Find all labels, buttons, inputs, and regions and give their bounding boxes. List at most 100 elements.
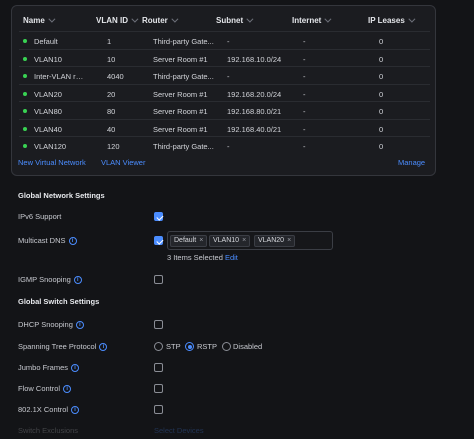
tag-vlan10: VLAN10 × bbox=[209, 235, 251, 247]
multicast-dns-checkbox[interactable] bbox=[154, 236, 163, 245]
vlan-id: 80 bbox=[107, 107, 116, 116]
jumbo-frames-label: Jumbo Frames i bbox=[18, 363, 80, 373]
internet: - bbox=[303, 124, 306, 134]
vlan-viewer-link[interactable]: VLAN Viewer bbox=[101, 158, 145, 167]
info-icon[interactable]: i bbox=[71, 406, 80, 415]
ip-leases: 0 bbox=[379, 89, 384, 99]
router: Server Room #1 bbox=[153, 124, 208, 134]
multicast-dns-label: Multicast DNS i bbox=[18, 236, 77, 246]
info-icon[interactable]: i bbox=[75, 321, 84, 330]
stp-label: STP bbox=[166, 342, 181, 351]
table-row[interactable]: VLAN40 40 Server Room #1 192.168.40.0/21… bbox=[19, 118, 430, 137]
col-ip-leases[interactable]: IP Leases bbox=[368, 15, 416, 25]
disabled-radio[interactable] bbox=[222, 342, 231, 351]
info-icon[interactable]: i bbox=[71, 364, 80, 373]
info-icon[interactable]: i bbox=[73, 276, 82, 285]
subnet: 192.168.80.0/21 bbox=[227, 107, 282, 116]
close-icon[interactable]: × bbox=[199, 237, 203, 244]
status-dot-icon bbox=[23, 39, 27, 43]
spanning-tree-label: Spanning Tree Protocol i bbox=[18, 342, 108, 352]
subnet: 192.168.40.0/21 bbox=[227, 124, 282, 134]
table-row[interactable]: VLAN20 20 Server Room #1 192.168.20.0/24… bbox=[19, 83, 430, 102]
manage-link[interactable]: Manage bbox=[398, 158, 425, 167]
status-dot-icon bbox=[23, 144, 27, 148]
ip-leases: 0 bbox=[379, 142, 384, 151]
info-icon[interactable]: i bbox=[68, 237, 77, 246]
edit-link[interactable]: Edit bbox=[225, 253, 238, 262]
col-subnet[interactable]: Subnet bbox=[216, 15, 254, 25]
ipv6-support-checkbox[interactable] bbox=[154, 212, 163, 221]
items-selected-summary: 3 Items Selected Edit bbox=[167, 253, 238, 262]
global-network-settings-title: Global Network Settings bbox=[18, 191, 105, 200]
subnet: 192.168.10.0/24 bbox=[227, 54, 282, 64]
info-icon[interactable]: i bbox=[63, 385, 72, 394]
network-name: VLAN120 bbox=[34, 142, 67, 151]
ip-leases: 0 bbox=[379, 54, 384, 64]
subnet: - bbox=[227, 142, 230, 151]
close-icon[interactable]: × bbox=[287, 237, 291, 244]
new-virtual-network-link[interactable]: New Virtual Network bbox=[18, 158, 86, 167]
dot1x-control-label: 802.1X Control i bbox=[18, 405, 80, 415]
disabled-label: Disabled bbox=[233, 342, 263, 351]
ip-leases: 0 bbox=[379, 107, 384, 116]
router: Server Room #1 bbox=[153, 54, 208, 64]
vlan-id: 120 bbox=[107, 142, 120, 151]
table-row[interactable]: Inter-VLAN rou... 4040 Third-party Gate.… bbox=[19, 66, 430, 84]
internet: - bbox=[303, 107, 306, 116]
ip-leases: 0 bbox=[379, 124, 384, 134]
network-name: VLAN10 bbox=[34, 54, 62, 64]
chevron-down-icon bbox=[131, 15, 139, 23]
status-dot-icon bbox=[23, 109, 27, 113]
col-router[interactable]: Router bbox=[142, 15, 179, 25]
subnet: - bbox=[227, 37, 230, 46]
internet: - bbox=[303, 89, 306, 99]
status-dot-icon bbox=[23, 56, 27, 61]
col-vlan-id[interactable]: VLAN ID bbox=[96, 15, 139, 25]
chevron-down-icon bbox=[324, 15, 332, 23]
network-name: VLAN40 bbox=[34, 124, 62, 134]
table-header: Name VLAN ID Router Subnet Internet IP L… bbox=[12, 15, 435, 28]
rstp-label: RSTP bbox=[197, 342, 218, 351]
table-row[interactable]: VLAN80 80 Server Room #1 192.168.80.0/21… bbox=[19, 101, 430, 119]
close-icon[interactable]: × bbox=[242, 237, 246, 244]
chevron-down-icon bbox=[48, 15, 56, 23]
networks-table-panel: Name VLAN ID Router Subnet Internet IP L… bbox=[11, 5, 436, 176]
chevron-down-icon bbox=[171, 15, 179, 23]
dot1x-control-checkbox[interactable] bbox=[154, 405, 163, 414]
ip-leases: 0 bbox=[379, 37, 384, 46]
router: Third-party Gate... bbox=[153, 142, 214, 151]
vlan-id: 10 bbox=[107, 54, 116, 64]
table-row[interactable]: VLAN120 120 Third-party Gate... - - 0 bbox=[19, 136, 430, 154]
tag-default: Default × bbox=[170, 235, 208, 247]
internet: - bbox=[303, 54, 306, 64]
router: Server Room #1 bbox=[153, 107, 208, 116]
vlan-id: 40 bbox=[107, 124, 116, 134]
status-dot-icon bbox=[23, 74, 27, 78]
network-name: VLAN20 bbox=[34, 89, 62, 99]
info-icon[interactable]: i bbox=[99, 343, 108, 352]
col-internet[interactable]: Internet bbox=[292, 15, 332, 25]
chevron-down-icon bbox=[246, 15, 254, 23]
igmp-snooping-checkbox[interactable] bbox=[154, 275, 163, 284]
jumbo-frames-checkbox[interactable] bbox=[154, 363, 163, 372]
table-row[interactable]: VLAN10 10 Server Room #1 192.168.10.0/24… bbox=[19, 48, 430, 67]
internet: - bbox=[303, 72, 306, 81]
igmp-snooping-label: IGMP Snooping i bbox=[18, 275, 82, 285]
tag-vlan20: VLAN20 × bbox=[254, 235, 296, 247]
rstp-radio[interactable] bbox=[185, 342, 194, 351]
network-name: VLAN80 bbox=[34, 107, 62, 116]
flow-control-checkbox[interactable] bbox=[154, 384, 163, 393]
col-name[interactable]: Name bbox=[23, 15, 56, 25]
table-row[interactable]: Default 1 Third-party Gate... - - 0 bbox=[19, 31, 430, 49]
network-name: Default bbox=[34, 37, 58, 46]
ipv6-support-label: IPv6 Support bbox=[18, 212, 62, 221]
subnet: 192.168.20.0/24 bbox=[227, 89, 282, 99]
vlan-id: 20 bbox=[107, 89, 116, 99]
dhcp-snooping-checkbox[interactable] bbox=[154, 320, 163, 329]
flow-control-label: Flow Control i bbox=[18, 384, 72, 394]
router: Third-party Gate... bbox=[153, 72, 214, 81]
stp-radio[interactable] bbox=[154, 342, 163, 351]
multicast-networks-input[interactable]: Default × VLAN10 × VLAN20 × bbox=[167, 231, 333, 250]
select-devices-link[interactable]: Select Devices bbox=[154, 426, 204, 435]
internet: - bbox=[303, 37, 306, 46]
